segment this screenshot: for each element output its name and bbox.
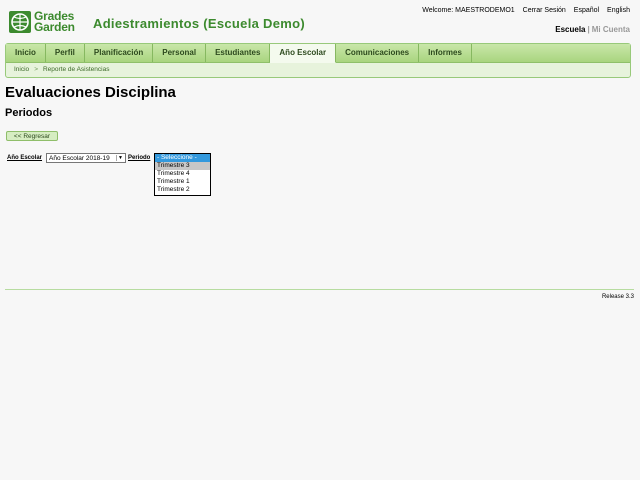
page-title: Evaluaciones Disciplina	[5, 84, 176, 101]
chevron-down-icon: ▼	[116, 155, 124, 161]
tab-personal[interactable]: Personal	[153, 44, 207, 62]
english-link[interactable]: English	[607, 7, 630, 14]
breadcrumb-home-link[interactable]: Inicio	[14, 66, 29, 73]
globe-icon	[9, 11, 31, 33]
back-button[interactable]: << Regresar	[6, 131, 58, 141]
tab-inicio[interactable]: Inicio	[6, 44, 46, 62]
scope-account-link[interactable]: Mi Cuenta	[592, 25, 630, 34]
scope-switcher: Escuela | Mi Cuenta	[555, 25, 630, 34]
section-title: Periodos	[5, 107, 53, 119]
scope-school-link[interactable]: Escuela	[555, 25, 585, 34]
tab-bar: Inicio Perfil Planificación Personal Est…	[6, 44, 630, 63]
period-option-select[interactable]: - Seleccione -	[155, 154, 210, 162]
footer-divider	[5, 289, 634, 290]
school-year-select[interactable]: Año Escolar 2018-19 ▼	[46, 153, 126, 163]
tab-comunicaciones[interactable]: Comunicaciones	[336, 44, 420, 62]
breadcrumb: Inicio > Reporte de Asistencias	[14, 66, 109, 73]
tab-informes[interactable]: Informes	[419, 44, 472, 62]
tab-estudiantes[interactable]: Estudiantes	[206, 44, 271, 62]
period-label: Periodo	[128, 155, 151, 161]
school-year-label: Año Escolar	[7, 155, 43, 161]
scope-separator: |	[587, 25, 590, 34]
period-option-trimestre-2[interactable]: Trimestre 2	[155, 186, 210, 194]
breadcrumb-separator: >	[34, 66, 38, 73]
school-year-value: Año Escolar 2018-19	[49, 155, 110, 162]
tab-perfil[interactable]: Perfil	[46, 44, 85, 62]
period-option-trimestre-3[interactable]: Trimestre 3	[155, 162, 210, 170]
tab-planificacion[interactable]: Planificación	[85, 44, 154, 62]
spanish-link[interactable]: Español	[574, 7, 599, 14]
tab-ano-escolar[interactable]: Año Escolar	[270, 44, 337, 63]
logout-link[interactable]: Cerrar Sesión	[523, 7, 566, 14]
grades-garden-logo[interactable]: Grades Garden	[9, 10, 81, 34]
app-title: Adiestramientos (Escuela Demo)	[93, 16, 306, 31]
logo-line-2: Garden	[34, 20, 75, 34]
release-version: Release 3.3	[601, 294, 634, 300]
logo-wordmark: Grades Garden	[34, 10, 75, 34]
period-option-trimestre-4[interactable]: Trimestre 4	[155, 170, 210, 178]
welcome-text: Welcome: MAESTRODEMO1	[422, 7, 515, 14]
period-option-trimestre-1[interactable]: Trimestre 1	[155, 178, 210, 186]
period-listbox[interactable]: - Seleccione - Trimestre 3 Trimestre 4 T…	[154, 153, 211, 196]
top-links: Welcome: MAESTRODEMO1 Cerrar Sesión Espa…	[416, 7, 630, 14]
main-navigation: Inicio Perfil Planificación Personal Est…	[5, 43, 631, 78]
breadcrumb-current[interactable]: Reporte de Asistencias	[43, 66, 109, 73]
